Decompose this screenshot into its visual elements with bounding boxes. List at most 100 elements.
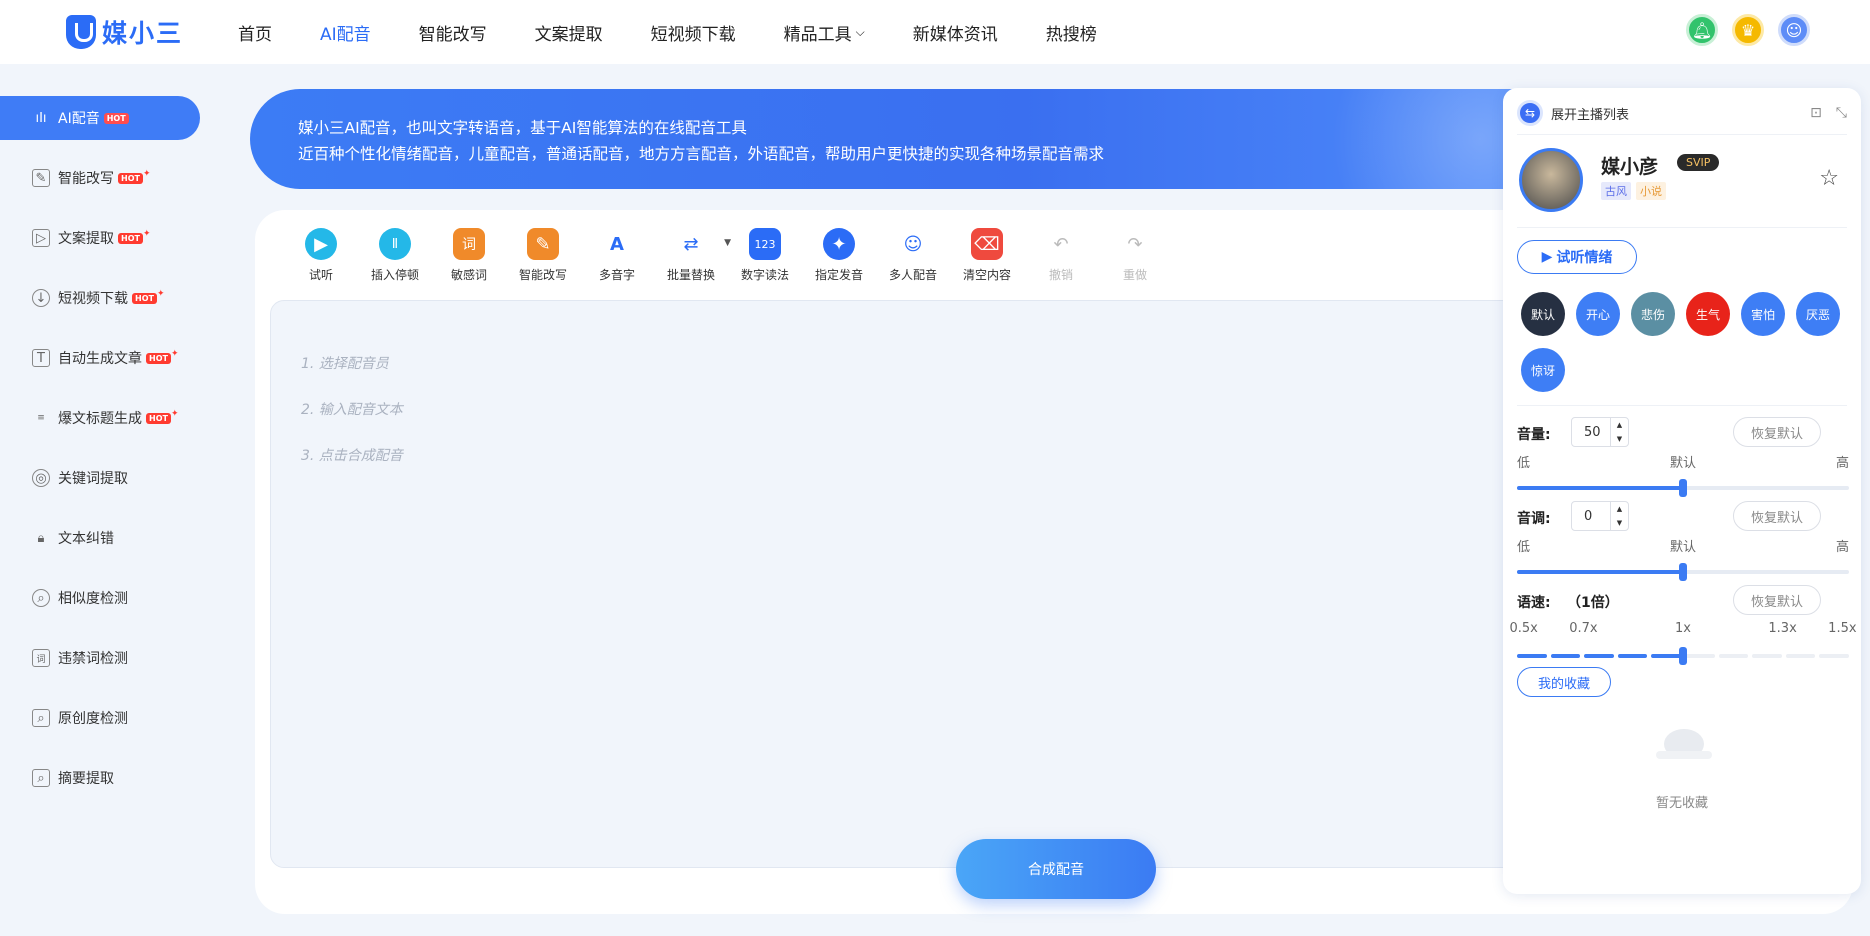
volume-slider-thumb[interactable] [1679,479,1687,497]
pitch-scale: 低默认高 [1517,540,1849,555]
sparkle-icon: ✦ [170,409,179,419]
main-nav: 首页 AI配音 智能改写 文案提取 短视频下载 精品工具 ⌵ 新媒体资讯 热搜榜 [238,0,1145,64]
tool-number-reading[interactable]: 123 数字读法 [729,228,801,283]
emotion-disgust[interactable]: 厌恶 [1796,292,1840,336]
tool-pronunciation[interactable]: ✦ 指定发音 [803,228,875,283]
volume-slider[interactable] [1517,479,1849,497]
volume-slider-fill [1517,486,1683,490]
speed-scale: 0.5x 0.7x 1x 1.3x 1.5x [1509,621,1857,636]
anchor-tag: 古风 [1601,182,1631,200]
forbidden-word-icon: 词 [32,649,50,667]
logo-text: 媒小三 [102,19,184,48]
sidebar-item-title-generate[interactable]: ≡ 爆文标题生成 HOT ✦ [0,396,200,440]
volume-stepper[interactable]: ▲ ▼ [1610,418,1628,446]
emotion-sad[interactable]: 悲伤 [1631,292,1675,336]
try-emotion-button[interactable]: ▶ 试听情绪 [1517,240,1637,274]
decrement-icon: ▼ [1616,435,1623,443]
synthesize-button[interactable]: 合成配音 [956,839,1156,899]
speed-value: （1倍） [1567,595,1619,611]
logo-icon [66,15,96,49]
divider [1517,227,1847,228]
pitch-slider-thumb[interactable] [1679,563,1687,581]
pitch-slider[interactable] [1517,563,1849,581]
pitch-label: 音调: [1517,511,1551,527]
sidebar-item-originality[interactable]: ⌕ 原创度检测 [0,696,200,740]
nav-premium-tools[interactable]: 精品工具 ⌵ [784,20,865,45]
tool-undo[interactable]: ↶ 撤销 [1025,228,1097,283]
tool-polyphone[interactable]: A 多音字 [581,228,653,283]
expand-anchor-list[interactable]: 展开主播列表 [1551,104,1629,123]
svip-badge: SVIP [1677,154,1720,171]
unlock-icon[interactable]: ⊡ [1810,105,1822,121]
target-icon: ◎ [32,469,50,487]
nav-smart-rewrite[interactable]: 智能改写 [419,20,487,45]
sidebar-item-keyword-extract[interactable]: ◎ 关键词提取 [0,456,200,500]
sparkle-icon: ✦ [156,289,165,299]
sidebar-item-video-download[interactable]: ↓ 短视频下载 HOT ✦ [0,276,200,320]
tool-sensitive-word[interactable]: 词 敏感词 [433,228,505,283]
emotion-list: 默认 开心 悲伤 生气 害怕 厌恶 惊讶 [1521,292,1841,394]
volume-scale: 低默认高 [1517,456,1849,471]
chevron-down-icon: ⌵ [855,24,865,39]
volume-reset-button[interactable]: 恢复默认 [1733,417,1821,447]
nav-text-extract[interactable]: 文案提取 [535,20,603,45]
number-reading-icon: 123 [749,228,781,260]
tool-clear-content[interactable]: ⌫ 清空内容 [951,228,1023,283]
my-favorites-button[interactable]: 我的收藏 [1517,667,1611,697]
tool-smart-rewrite[interactable]: ✎ 智能改写 [507,228,579,283]
sidebar-item-text-correct[interactable]: 🔒︎ 文本纠错 [0,516,200,560]
speed-reset-button[interactable]: 恢复默认 [1733,585,1821,615]
emotion-surprise[interactable]: 惊讶 [1521,348,1565,392]
sparkle-icon: ✦ [170,349,179,359]
tool-insert-pause[interactable]: Ⅱ 插入停顿 [359,228,431,283]
bell-icon[interactable]: 🔔︎ [1686,14,1718,46]
summary-icon: ⌕ [32,769,50,787]
speed-slider[interactable] [1517,647,1849,665]
sidebar-item-similarity[interactable]: ⌕ 相似度检测 [0,576,200,620]
tool-redo[interactable]: ↷ 重做 [1099,228,1171,283]
intro-banner: 媒小三AI配音，也叫文字转语音，基于AI智能算法的在线配音工具 近百种个性化情绪… [250,89,1540,189]
nav-hot-search[interactable]: 热搜榜 [1046,20,1097,45]
volume-input[interactable]: 50 ▲ ▼ [1571,417,1629,447]
volume-label: 音量: [1517,427,1551,443]
nav-ai-dubbing[interactable]: AI配音 [320,20,371,45]
crown-icon[interactable]: ♛ [1732,14,1764,46]
dropdown-caret-icon[interactable]: ▼ [724,238,731,248]
star-icon[interactable]: ☆ [1819,166,1839,191]
sidebar-item-forbidden-words[interactable]: 词 违禁词检测 [0,636,200,680]
anchor-tag: 小说 [1636,182,1666,200]
user-avatar[interactable]: ☺ [1778,14,1810,46]
collapse-icon[interactable]: ⤡ [1836,105,1847,121]
emotion-happy[interactable]: 开心 [1576,292,1620,336]
play-icon: ▶ [305,228,337,260]
nav-home[interactable]: 首页 [238,20,272,45]
sidebar-item-text-extract[interactable]: ▷ 文案提取 HOT ✦ [0,216,200,260]
logo[interactable]: 媒小三 [66,14,183,50]
selected-anchor: 媒小彦 SVIP 古风 小说 ☆ [1519,148,1845,218]
speed-slider-thumb[interactable] [1679,647,1687,665]
audio-wave-icon: ıIı [35,110,47,126]
tool-preview[interactable]: ▶ 试听 [285,228,357,283]
emotion-fear[interactable]: 害怕 [1741,292,1785,336]
nav-video-download[interactable]: 短视频下载 [651,20,736,45]
emotion-angry[interactable]: 生气 [1686,292,1730,336]
pitch-input[interactable]: 0 ▲ ▼ [1571,501,1629,531]
undo-icon: ↶ [1053,233,1069,255]
increment-icon: ▲ [1616,421,1623,429]
tool-multi-voice[interactable]: ☺ 多人配音 [877,228,949,283]
nav-media-news[interactable]: 新媒体资讯 [913,20,998,45]
lock-icon: 🔒︎ [37,530,45,546]
tool-batch-replace[interactable]: ⇄ 批量替换 ▼ [655,228,731,283]
pitch-stepper[interactable]: ▲ ▼ [1610,502,1628,530]
sidebar-item-auto-article[interactable]: T 自动生成文章 HOT ✦ [0,336,200,380]
sidebar-item-summary[interactable]: ⌕ 摘要提取 [0,756,200,800]
sidebar-item-smart-rewrite[interactable]: ✎ 智能改写 HOT ✦ [0,156,200,200]
sparkle-icon: ✦ [142,229,151,239]
sidebar-item-ai-dubbing[interactable]: ıIı AI配音 HOT [0,96,200,140]
emotion-default[interactable]: 默认 [1521,292,1565,336]
voice-settings-panel: ⇆ 展开主播列表 ⊡ ⤡ 媒小彦 SVIP 古风 小说 ☆ ▶ 试听情绪 默认 … [1503,88,1861,894]
video-text-icon: ▷ [32,229,50,247]
pitch-reset-button[interactable]: 恢复默认 [1733,501,1821,531]
swap-icon[interactable]: ⇆ [1517,100,1543,126]
panel-header: ⇆ 展开主播列表 ⊡ ⤡ [1517,96,1847,130]
